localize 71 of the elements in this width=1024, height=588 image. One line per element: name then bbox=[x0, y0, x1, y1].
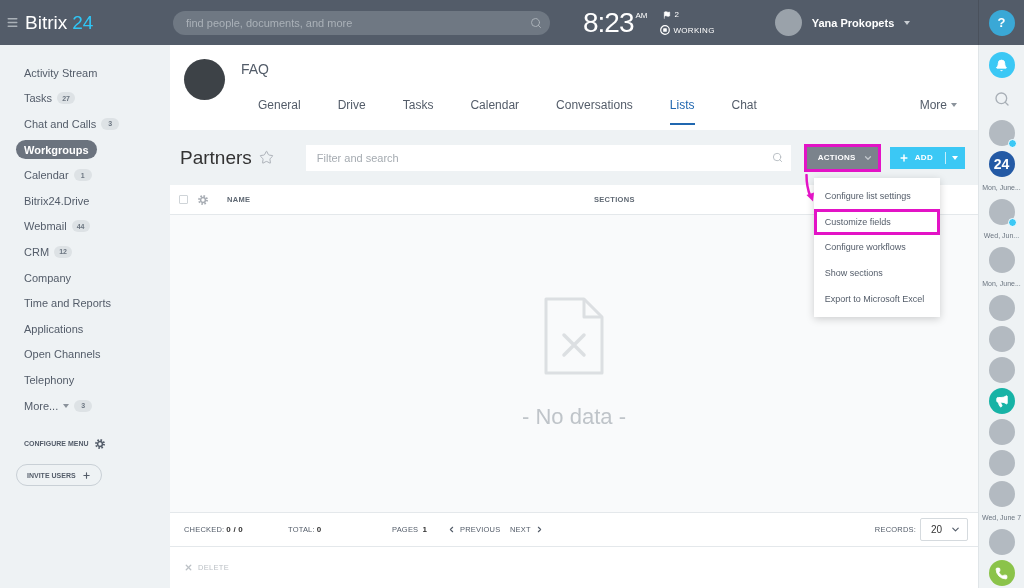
sidebar-item[interactable]: Time and Reports bbox=[16, 293, 120, 313]
avatar-placeholder[interactable] bbox=[988, 419, 1015, 445]
clock-period: AM bbox=[635, 10, 648, 21]
group-tab[interactable]: General bbox=[258, 98, 301, 125]
avatar-placeholder[interactable] bbox=[988, 450, 1015, 476]
caret-icon bbox=[952, 155, 958, 160]
search-field[interactable]: find people, documents, and more bbox=[173, 10, 550, 35]
group-tab[interactable]: Drive bbox=[337, 98, 366, 125]
group-tab[interactable]: Conversations bbox=[556, 98, 633, 125]
avatar-placeholder[interactable] bbox=[988, 120, 1015, 146]
x-icon bbox=[184, 563, 193, 572]
user-avatar bbox=[774, 9, 802, 36]
photo-placeholder bbox=[184, 59, 225, 100]
group-tab[interactable]: Lists bbox=[669, 98, 695, 125]
avatar-placeholder[interactable] bbox=[988, 199, 1015, 225]
sidebar-item[interactable]: Applications bbox=[16, 319, 92, 339]
chat-logo[interactable]: 24 bbox=[988, 151, 1015, 177]
filter-field[interactable]: Filter and search bbox=[305, 144, 791, 171]
flag-count: 2 bbox=[674, 10, 679, 19]
plus-icon bbox=[898, 152, 909, 163]
sidebar-item[interactable]: Telephony bbox=[16, 370, 83, 390]
list-title: Partners bbox=[180, 146, 252, 169]
records-select[interactable]: 20 bbox=[920, 518, 968, 541]
bell-icon[interactable] bbox=[988, 52, 1015, 78]
search-icon bbox=[530, 16, 542, 29]
avatar-placeholder[interactable] bbox=[988, 481, 1015, 507]
avatar-placeholder[interactable] bbox=[988, 326, 1015, 352]
sidebar-item[interactable]: Activity Stream bbox=[16, 63, 106, 83]
user-menu[interactable]: Yana Prokopets bbox=[774, 9, 911, 36]
empty-file-icon bbox=[544, 297, 604, 375]
more-tab[interactable]: More bbox=[919, 98, 957, 112]
add-menu-button[interactable] bbox=[945, 146, 965, 169]
caret-icon bbox=[904, 20, 911, 25]
chevron-left-icon bbox=[447, 525, 456, 534]
menu-item[interactable]: Customize fields bbox=[816, 212, 899, 232]
group-tab[interactable]: Calendar bbox=[470, 98, 520, 125]
search-icon[interactable] bbox=[993, 91, 1010, 107]
caret-icon bbox=[63, 403, 70, 408]
circle-dot-icon bbox=[659, 25, 670, 35]
menu-item[interactable]: Export to Microsoft Excel bbox=[813, 285, 940, 312]
caret-icon bbox=[951, 103, 957, 107]
sidebar-item[interactable]: Bitrix24.Drive bbox=[16, 191, 98, 211]
phone-icon[interactable] bbox=[988, 560, 1015, 586]
sidebar-item[interactable]: Company bbox=[16, 268, 80, 288]
clock-time: 8:23 bbox=[583, 7, 634, 38]
flag-icon bbox=[662, 10, 671, 19]
avatar-placeholder[interactable] bbox=[988, 357, 1015, 383]
chevron-down-icon bbox=[950, 524, 961, 535]
avatar-placeholder[interactable] bbox=[988, 295, 1015, 321]
menu-item[interactable]: Show sections bbox=[813, 260, 940, 286]
avatar-placeholder[interactable] bbox=[988, 529, 1015, 555]
menu-icon[interactable] bbox=[6, 16, 19, 29]
work-status[interactable]: WORKING bbox=[659, 25, 715, 35]
sidebar-item[interactable]: Open Channels bbox=[16, 344, 109, 364]
settings-icon bbox=[94, 439, 105, 450]
group-tab[interactable]: Tasks bbox=[402, 98, 434, 125]
sidebar-item[interactable]: Workgroups bbox=[16, 140, 97, 160]
search-icon bbox=[771, 151, 783, 163]
plus-icon bbox=[81, 470, 91, 480]
select-all-checkbox[interactable] bbox=[179, 195, 188, 204]
logo[interactable]: Bitrix 24 bbox=[25, 11, 94, 34]
menu-item[interactable]: Configure workflows bbox=[813, 234, 940, 261]
actions-button[interactable]: ACTIONS bbox=[806, 146, 878, 169]
megaphone-icon[interactable] bbox=[988, 388, 1015, 414]
group-title: FAQ bbox=[241, 61, 269, 77]
settings-icon[interactable] bbox=[198, 194, 208, 205]
menu-item[interactable]: Configure list settings bbox=[813, 183, 940, 210]
star-icon[interactable] bbox=[258, 150, 274, 165]
empty-message: - No data - bbox=[522, 404, 626, 430]
avatar-placeholder[interactable] bbox=[988, 247, 1015, 273]
group-tab[interactable]: Chat bbox=[731, 98, 757, 125]
